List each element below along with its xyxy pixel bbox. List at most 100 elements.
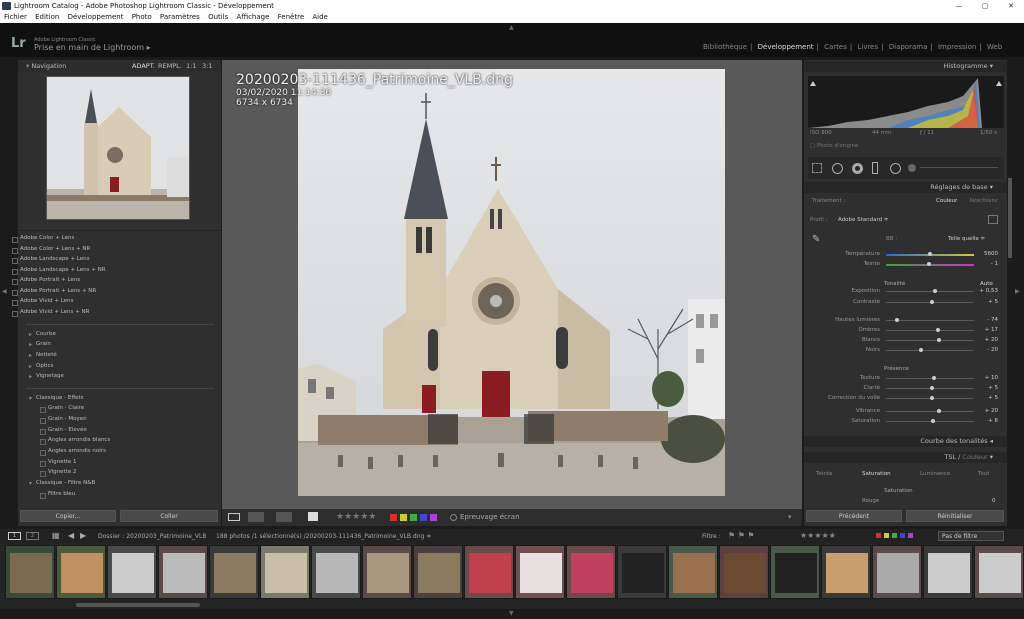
nav-3to1[interactable]: 3:1 [202, 61, 212, 72]
preset-item[interactable]: Grain - Claire [39, 405, 84, 413]
menu-affichage[interactable]: Affichage [237, 13, 270, 21]
preset-item[interactable]: Adobe Vivid + Lens [11, 298, 73, 306]
profile-select[interactable]: Adobe Standard ≑ [838, 217, 889, 223]
preset-group[interactable]: Courbe [29, 331, 56, 338]
filmstrip-thumbnail[interactable] [923, 545, 973, 599]
adjustment-slider[interactable] [886, 289, 974, 293]
navigator-header[interactable]: ▾ Navigation ADAPT. REMPL. 1:1 3:1 [18, 61, 221, 72]
nav-fill[interactable]: REMPL. [158, 61, 182, 72]
highlight-clip-icon[interactable] [996, 80, 1002, 86]
adjustment-slider[interactable] [886, 300, 974, 304]
adjustment-slider[interactable] [886, 409, 974, 413]
slider-thumb[interactable] [929, 386, 934, 390]
identity-name[interactable]: Prise en main de Lightroom ▸ [34, 43, 151, 52]
before-after-split-icon[interactable] [276, 512, 292, 522]
filmstrip-thumbnail[interactable] [872, 545, 922, 599]
hsl-tab-saturation[interactable]: Saturation [862, 471, 891, 477]
slider-value[interactable]: + 20 [974, 408, 998, 414]
treatment-bw[interactable]: Noir/blanc [970, 198, 998, 204]
original-photo-toggle[interactable]: ▢ Photo d'origine [810, 143, 858, 149]
filmstrip-thumbnail[interactable] [668, 545, 718, 599]
wb-picker-icon[interactable]: ✎ [812, 234, 826, 248]
brush-icon[interactable] [908, 164, 916, 172]
softproof-checkbox[interactable] [450, 514, 457, 521]
adjustment-slider[interactable] [886, 262, 974, 266]
preset-group[interactable]: Optics [29, 363, 54, 370]
slider-value[interactable]: 5600 [974, 251, 998, 257]
preset-item[interactable]: Adobe Color + Lens + NR [11, 246, 90, 254]
filmstrip-thumbnail[interactable] [311, 545, 361, 599]
preset-item[interactable]: Angles arrondis blancs [39, 437, 110, 445]
paste-button[interactable]: Coller [120, 510, 218, 522]
filter-yellow[interactable] [884, 533, 889, 538]
adjustment-slider[interactable] [886, 419, 974, 423]
adjustment-slider[interactable] [886, 338, 974, 342]
nav-1to1[interactable]: 1:1 [186, 61, 196, 72]
slider-thumb[interactable] [927, 262, 932, 266]
redeye-icon[interactable] [852, 163, 863, 174]
hsl-tab-luminance[interactable]: Luminance [920, 471, 950, 477]
close-button[interactable]: ✕ [1002, 0, 1020, 12]
flag-icon[interactable] [308, 512, 318, 521]
module-livres[interactable]: Livres [857, 43, 878, 51]
wb-select[interactable]: Telle quelle ≑ [948, 236, 985, 242]
slider-value[interactable]: - 20 [974, 347, 998, 353]
adjustment-slider[interactable] [886, 348, 974, 352]
window-2-button[interactable]: 2 [26, 532, 39, 540]
filmstrip-thumbnail[interactable] [209, 545, 259, 599]
rating-stars[interactable]: ★★★★★ [336, 512, 376, 522]
menu-photo[interactable]: Photo [132, 13, 152, 21]
adjustment-slider[interactable] [886, 252, 974, 256]
slider-thumb[interactable] [936, 409, 941, 413]
menu-fenetre[interactable]: Fenêtre [278, 13, 304, 21]
slider-value[interactable]: + 10 [974, 375, 998, 381]
label-purple[interactable] [430, 514, 437, 521]
filmstrip-thumbnail[interactable] [260, 545, 310, 599]
collapse-bottom-icon[interactable]: ▼ [509, 610, 514, 617]
module-cartes[interactable]: Cartes [824, 43, 847, 51]
copy-button[interactable]: Copier... [20, 510, 116, 522]
hsl-tab-hue[interactable]: Teinte [816, 471, 832, 477]
filter-purple[interactable] [908, 533, 913, 538]
shadow-clip-icon[interactable] [810, 80, 816, 86]
loupe-view-icon[interactable] [228, 513, 240, 521]
filmstrip-thumbnail[interactable] [566, 545, 616, 599]
navigator-preview[interactable] [46, 76, 190, 220]
filter-select[interactable]: Pas de filtre [938, 531, 1004, 541]
preset-item[interactable]: Vignette 2 [39, 469, 76, 477]
filmstrip-thumbnail[interactable] [362, 545, 412, 599]
hsl-tab-all[interactable]: Tout [978, 471, 989, 477]
preset-item[interactable]: Adobe Portrait + Lens [11, 277, 80, 285]
preset-item[interactable]: Grain - Elevée [40, 427, 87, 435]
menu-fichier[interactable]: Fichier [4, 13, 27, 21]
preset-group[interactable]: Grain [29, 341, 51, 348]
preset-item[interactable]: Filtre bleu [39, 491, 75, 499]
filmstrip-scrollbar[interactable] [76, 603, 200, 607]
nav-fit[interactable]: ADAPT. [132, 61, 155, 72]
profile-browser-icon[interactable] [988, 215, 998, 224]
adjustment-slider[interactable] [886, 318, 974, 322]
before-after-icon[interactable] [248, 512, 264, 522]
filmstrip-thumbnail[interactable] [158, 545, 208, 599]
left-collapse-icon[interactable]: ◀ [2, 288, 7, 295]
slider-value[interactable]: + 17 [974, 327, 998, 333]
window-1-button[interactable]: 1 [8, 532, 21, 540]
slider-thumb[interactable] [928, 252, 932, 256]
slider-thumb[interactable] [935, 328, 940, 332]
filter-stars[interactable]: ★★★★★ [800, 531, 836, 540]
preset-group-bw[interactable]: Classique - Filtre N&B [29, 480, 95, 487]
slider-value[interactable]: - 1 [974, 261, 998, 267]
filmstrip-thumbnail[interactable] [515, 545, 565, 599]
menu-outils[interactable]: Outils [208, 13, 228, 21]
preset-item[interactable]: Adobe Vivid + Lens + NR [11, 309, 89, 317]
adjustment-slider[interactable] [886, 328, 974, 332]
slider-value[interactable]: + 5 [974, 385, 998, 391]
filter-green[interactable] [892, 533, 897, 538]
slider-thumb[interactable] [929, 396, 934, 400]
right-scrollbar[interactable] [1008, 178, 1012, 258]
filter-blue[interactable] [900, 533, 905, 538]
slider-thumb[interactable] [929, 300, 934, 304]
back-icon[interactable]: ◀ [68, 531, 74, 540]
spot-removal-icon[interactable] [832, 163, 843, 174]
adjustment-slider[interactable] [886, 386, 974, 390]
